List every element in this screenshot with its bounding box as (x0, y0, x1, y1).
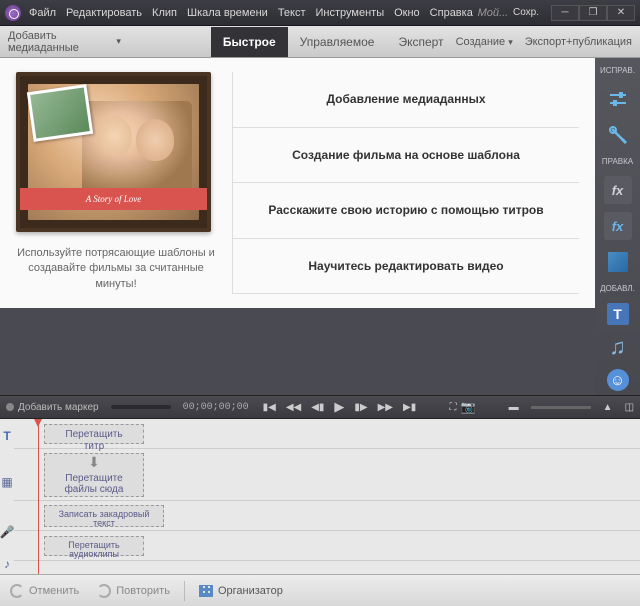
maximize-button[interactable]: ❐ (579, 5, 607, 21)
action-template-movie[interactable]: Создание фильма на основе шаблона (233, 128, 579, 184)
prev-frame-icon[interactable]: ◀◀ (286, 402, 301, 413)
playback-controls: Добавить маркер 00;00;00;00 ▮◀ ◀◀ ◀▮ ▶ ▮… (0, 395, 640, 419)
fx-transitions-icon[interactable]: fx (604, 176, 632, 204)
add-media-dropdown[interactable]: Добавить медиаданные (8, 30, 121, 54)
minimize-button[interactable]: ─ (551, 5, 579, 21)
narration-drop-zone[interactable]: Записать закадровый текст (44, 505, 164, 527)
playhead[interactable] (38, 419, 39, 574)
audio-track-icon[interactable]: ♪ (4, 557, 10, 571)
music-icon[interactable]: ♫ (604, 333, 632, 361)
bottom-bar: Отменить Повторить Организатор (0, 574, 640, 606)
tools-icon[interactable] (604, 121, 632, 149)
tab-expert[interactable]: Эксперт (386, 27, 455, 57)
menu-help[interactable]: Справка (430, 7, 473, 19)
fullscreen-icon[interactable]: ⛶ (449, 402, 456, 413)
menu-window[interactable]: Окно (394, 7, 420, 19)
timeline-tracks[interactable]: Перетащить титр ⬇ Перетащите файлы сюда З… (14, 419, 640, 574)
next-frame-icon[interactable]: ▶▶ (378, 402, 393, 413)
menu-edit[interactable]: Редактировать (66, 7, 142, 19)
narration-track-icon[interactable]: 🎤 (0, 525, 14, 539)
graphics-icon[interactable]: ☺ (607, 369, 629, 391)
step-fwd-icon[interactable]: ▮▶ (354, 402, 367, 413)
snapshot-icon[interactable]: 📷 (460, 400, 475, 414)
scrub-bar[interactable] (111, 405, 171, 409)
goto-start-icon[interactable]: ▮◀ (263, 402, 276, 413)
template-thumbnail[interactable]: A Story of Love (16, 72, 211, 232)
goto-end-icon[interactable]: ▶▮ (403, 402, 416, 413)
template-description: Используйте потрясающие шаблоны и создав… (16, 246, 216, 292)
arrow-down-icon: ⬇ (88, 454, 100, 471)
app-icon (5, 5, 21, 21)
adjust-icon[interactable] (604, 85, 632, 113)
mode-toolbar: Добавить медиаданные Быстрое Управляемое… (0, 26, 640, 58)
action-add-media[interactable]: Добавление медиаданных (233, 72, 579, 128)
mode-tabs: Быстрое Управляемое Эксперт (211, 27, 456, 57)
zoom-out-icon[interactable]: ▬ (509, 402, 519, 413)
play-icon[interactable]: ▶ (334, 399, 344, 415)
create-dropdown[interactable]: Создание (456, 36, 513, 48)
quick-actions: Добавление медиаданных Создание фильма н… (232, 72, 579, 294)
menu-file[interactable]: Файл (29, 7, 56, 19)
video-drop-zone[interactable]: ⬇ Перетащите файлы сюда (44, 453, 144, 497)
sidebar-label-edit: ПРАВКА (602, 157, 633, 166)
sidebar-label-add: ДОБАВЛ. (600, 284, 635, 293)
organizer-button[interactable]: Организатор (199, 585, 283, 597)
menu-clip[interactable]: Клип (152, 7, 177, 19)
add-marker-button[interactable]: Добавить маркер (18, 402, 99, 413)
main-menu: Файл Редактировать Клип Шкала времени Те… (29, 7, 473, 19)
fit-icon[interactable]: ◫ (625, 402, 634, 413)
action-titles[interactable]: Расскажите свою историю с помощью титров (233, 183, 579, 239)
organizer-icon (199, 585, 213, 597)
redo-icon (97, 584, 111, 598)
marker-dot-icon[interactable] (6, 403, 14, 411)
menu-tools[interactable]: Инструменты (316, 7, 385, 19)
titlebar: Файл Редактировать Клип Шкала времени Те… (0, 0, 640, 26)
timecode[interactable]: 00;00;00;00 (183, 402, 249, 413)
zoom-slider[interactable] (531, 406, 591, 409)
export-button[interactable]: Экспорт+публикация (525, 36, 632, 48)
document-title: Мой... (473, 7, 513, 19)
track-headers: T ▦ 🎤 ♪ (0, 419, 14, 574)
action-learn-edit[interactable]: Научитесь редактировать видео (233, 239, 579, 295)
video-track-icon[interactable]: ▦ (1, 475, 12, 489)
undo-button[interactable]: Отменить (10, 584, 79, 598)
right-sidebar: ИСПРАВ. ПРАВКА fx fx ДОБАВЛ. T ♫ ☺ (595, 58, 640, 395)
zoom-in-icon[interactable]: ▲ (603, 402, 613, 413)
fx-effects-icon[interactable]: fx (604, 212, 632, 240)
preview-area: A Story of Love Используйте потрясающие … (0, 58, 595, 308)
ribbon-caption: A Story of Love (20, 188, 207, 210)
main-panel: A Story of Love Используйте потрясающие … (0, 58, 595, 308)
save-button[interactable]: Сохр. (513, 7, 539, 18)
timeline-panel: T ▦ 🎤 ♪ Перетащить титр ⬇ Перетащите файл… (0, 419, 640, 574)
audio-drop-zone[interactable]: Перетащить аудиоклипы (44, 536, 144, 556)
color-icon[interactable] (604, 248, 632, 276)
titles-icon[interactable]: T (607, 303, 629, 325)
redo-button[interactable]: Повторить (97, 584, 170, 598)
title-drop-zone[interactable]: Перетащить титр (44, 424, 144, 444)
sidebar-label-fix: ИСПРАВ. (600, 66, 635, 75)
video-drop-label: Перетащите файлы сюда (55, 473, 133, 495)
title-track-icon[interactable]: T (3, 429, 10, 443)
menu-text[interactable]: Текст (278, 7, 306, 19)
undo-icon (10, 584, 24, 598)
close-button[interactable]: ✕ (607, 5, 635, 21)
step-back-icon[interactable]: ◀▮ (311, 402, 324, 413)
menu-timeline[interactable]: Шкала времени (187, 7, 268, 19)
tab-quick[interactable]: Быстрое (211, 27, 288, 57)
tab-guided[interactable]: Управляемое (288, 27, 387, 57)
